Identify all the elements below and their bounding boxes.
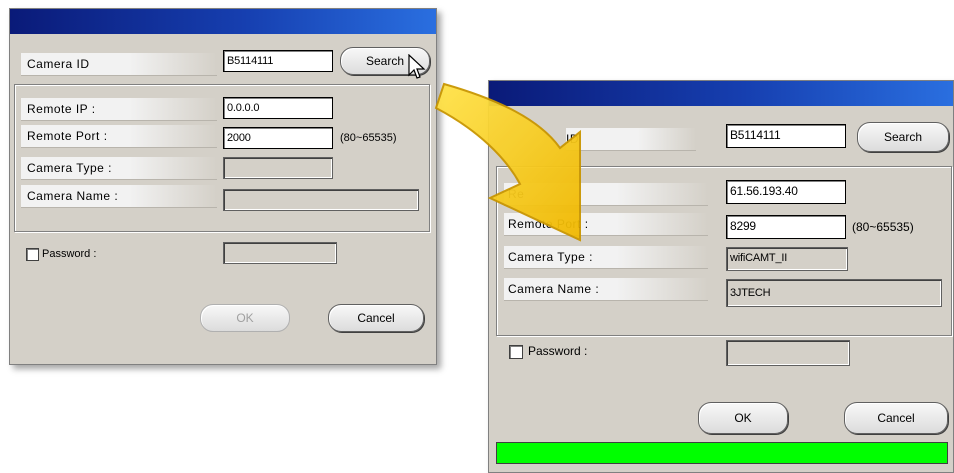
camera-type-field-right: wifiCAMT_II	[726, 247, 848, 271]
ok-button[interactable]: OK	[200, 304, 290, 332]
password-checkbox[interactable]	[26, 248, 39, 261]
camera-id-input[interactable]: B5114111	[223, 50, 333, 72]
camera-name-label-right: Camera Name :	[504, 278, 708, 301]
password-field-right	[726, 340, 850, 366]
remote-port-input-right[interactable]: 8299	[726, 215, 846, 239]
camera-name-field-right: 3JTECH	[726, 279, 942, 307]
password-label: Password :	[42, 248, 97, 260]
ok-button-right[interactable]: OK	[698, 402, 788, 434]
left-dialog-titlebar	[9, 8, 437, 34]
remote-ip-input-right[interactable]: 61.56.193.40	[726, 180, 846, 204]
camera-type-label: Camera Type :	[21, 157, 217, 180]
progress-bar	[496, 442, 948, 464]
cancel-button[interactable]: Cancel	[328, 304, 424, 332]
camera-name-field	[223, 189, 419, 211]
remote-port-input[interactable]: 2000	[223, 127, 333, 149]
search-button-right[interactable]: Search	[857, 122, 949, 152]
port-range-label-right: (80~65535)	[852, 220, 914, 234]
remote-ip-label: Remote IP :	[21, 98, 217, 121]
camera-id-label: Camera ID	[21, 53, 217, 76]
curved-arrow-icon	[434, 82, 581, 242]
remote-port-label: Remote Port :	[21, 125, 217, 148]
password-label-right: Password :	[528, 344, 588, 358]
progress-fill	[497, 443, 947, 463]
cancel-button-right[interactable]: Cancel	[844, 402, 948, 434]
password-checkbox-right[interactable]	[509, 345, 523, 359]
arrow-cursor-icon	[408, 54, 426, 79]
left-dialog: Camera ID B5114111 Search Remote IP : 0.…	[9, 8, 437, 365]
camera-type-field	[223, 157, 333, 179]
remote-ip-input[interactable]: 0.0.0.0	[223, 97, 333, 119]
camera-id-input-right[interactable]: B5114111	[726, 124, 846, 148]
password-field	[223, 242, 337, 264]
camera-name-label: Camera Name :	[21, 185, 217, 208]
port-range-label: (80~65535)	[340, 132, 397, 144]
